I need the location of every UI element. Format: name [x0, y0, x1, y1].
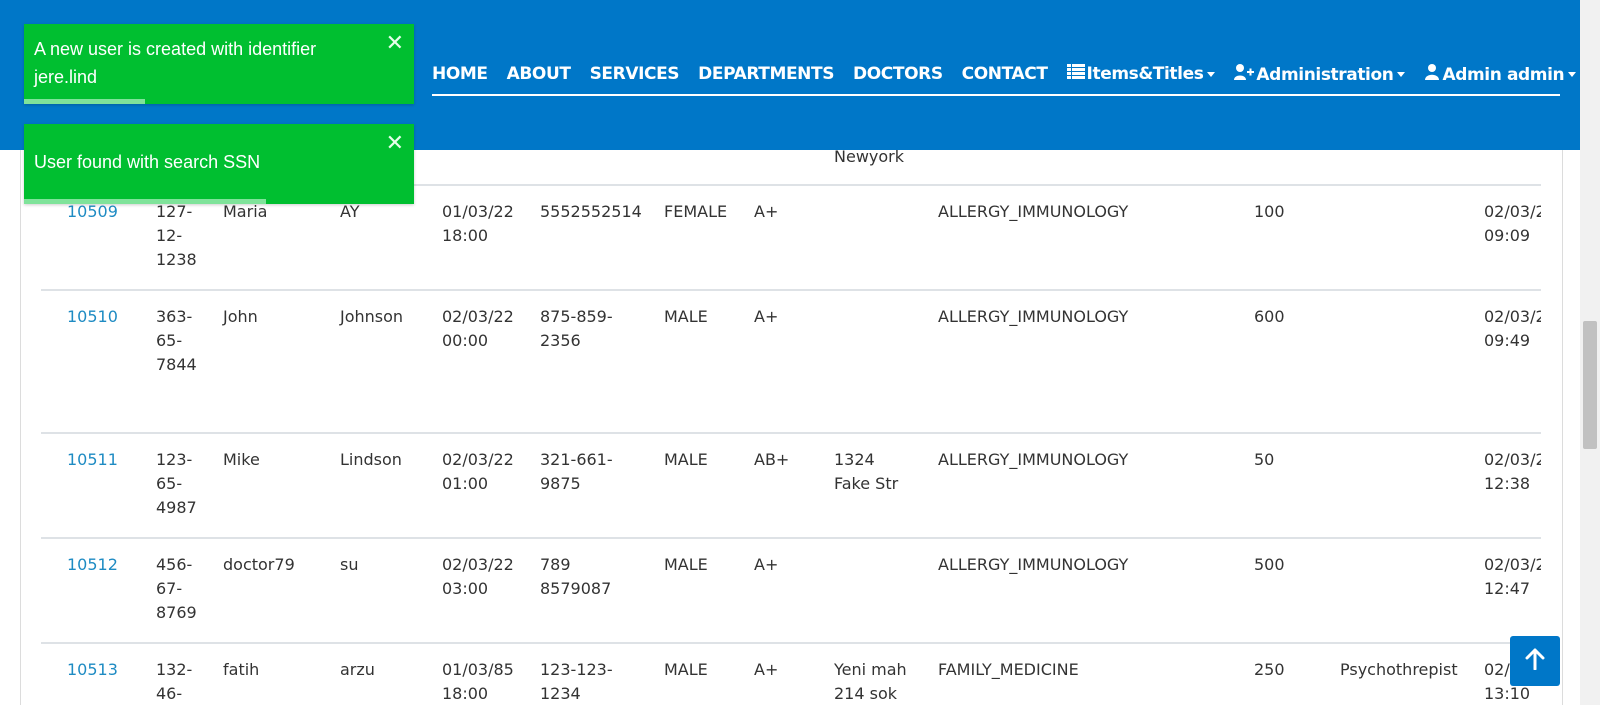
scrollbar-thumb[interactable] [1583, 321, 1597, 449]
nav-about[interactable]: ABOUT [507, 60, 571, 84]
user-plus-icon [1234, 64, 1255, 85]
exam-fee-cell: 500 [1254, 555, 1285, 574]
exam-fee-cell: 600 [1254, 307, 1285, 326]
address-cell: Yeni mah 214 sok [834, 660, 907, 703]
exam-fee-cell: 50 [1254, 450, 1275, 469]
id-cell[interactable]: 10512 [67, 553, 118, 577]
last-name-cell: Lindson [340, 450, 402, 469]
created-date-cell: 02/03/2 09:49 [1484, 307, 1541, 350]
toast-user-created: A new user is created with identifier je… [24, 24, 414, 104]
nav-home[interactable]: HOME [432, 60, 488, 84]
toast-message: User found with search SSN [34, 152, 261, 172]
arrow-up-icon [1524, 648, 1546, 674]
gender-cell: MALE [664, 450, 708, 469]
exam-fee-cell: 250 [1254, 660, 1285, 679]
created-date-cell: 02/03/2 12:38 [1484, 450, 1541, 493]
birth-date-cell: 02/03/22 01:00 [442, 450, 514, 493]
gender-cell: MALE [664, 307, 708, 326]
nav-contact[interactable]: CONTACT [962, 60, 1048, 84]
blood-group-cell: AB+ [754, 450, 790, 469]
created-date-cell: 02/03/2 12:47 [1484, 555, 1541, 598]
address-cell: 1324 Fake Str [834, 450, 899, 493]
row-divider [41, 432, 1541, 434]
nav-account-label: Admin admin [1442, 64, 1565, 85]
nav-doctors[interactable]: DOCTORS [853, 60, 943, 84]
ssn-cell: 363- 65- 7844 [156, 307, 197, 374]
first-name-cell: John [223, 307, 258, 326]
birth-date-cell: 01/03/85 18:00 [442, 660, 514, 703]
id-cell[interactable]: 10511 [67, 448, 118, 472]
speciality-cell: FAMILY_MEDICINE [938, 660, 1079, 679]
chevron-down-icon [1397, 72, 1406, 77]
last-name-cell: arzu [340, 660, 375, 679]
nav-administration-label: Administration [1256, 64, 1394, 85]
toast-progress-bar [24, 199, 266, 204]
blood-group-cell: A+ [754, 660, 779, 679]
page: HOME ABOUT SERVICES DEPARTMENTS DOCTORS … [0, 0, 1580, 705]
ssn-cell: 127- 12- 1238 [156, 202, 197, 269]
nav-administration-dropdown[interactable]: Administration [1234, 60, 1406, 85]
first-name-cell: Mike [223, 450, 260, 469]
blood-group-cell: A+ [754, 202, 779, 221]
toast-user-found: User found with search SSN ✕ [24, 124, 414, 204]
exam-fee-cell: 100 [1254, 202, 1285, 221]
last-name-cell: Johnson [340, 307, 404, 326]
first-name-cell: fatih [223, 660, 260, 679]
row-divider [41, 642, 1541, 644]
chevron-down-icon [1207, 71, 1216, 77]
row-divider [41, 289, 1541, 291]
speciality-cell: ALLERGY_IMMUNOLOGY [938, 555, 1129, 574]
blood-group-cell: A+ [754, 555, 779, 574]
close-icon[interactable]: ✕ [386, 133, 404, 155]
phone-cell: 123-123- 1234 [540, 660, 613, 703]
birth-date-cell: 02/03/22 00:00 [442, 307, 514, 350]
blood-group-cell: A+ [754, 307, 779, 326]
nav-items-titles-dropdown[interactable]: Items&Titles [1066, 60, 1216, 84]
last-name-cell: su [340, 555, 359, 574]
id-cell[interactable]: 10510 [67, 305, 118, 329]
user-icon [1424, 64, 1440, 85]
created-date-cell: 02/03/2 09:09 [1484, 202, 1541, 245]
toast-progress-bar [24, 99, 145, 104]
nav-items-titles-label: Items&Titles [1086, 64, 1204, 84]
nav-menu: HOME ABOUT SERVICES DEPARTMENTS DOCTORS … [432, 60, 1577, 96]
speciality-cell: ALLERGY_IMMUNOLOGY [938, 307, 1129, 326]
chevron-down-icon [1568, 72, 1577, 77]
gender-cell: MALE [664, 660, 708, 679]
list-icon [1066, 64, 1085, 84]
row-divider [41, 537, 1541, 539]
ssn-cell: 132- 46- [156, 660, 193, 703]
phone-cell: 5552552514 [540, 202, 642, 221]
first-name-cell: doctor79 [223, 555, 295, 574]
back-to-top-button[interactable] [1510, 636, 1560, 686]
close-icon[interactable]: ✕ [386, 33, 404, 55]
gender-cell: MALE [664, 555, 708, 574]
phone-cell: 789 8579087 [540, 555, 612, 598]
speciality-cell: ALLERGY_IMMUNOLOGY [938, 202, 1129, 221]
toast-message: A new user is created with identifier je… [34, 39, 317, 87]
ssn-cell: 123- 65- 4987 [156, 450, 197, 517]
birth-date-cell: 01/03/22 18:00 [442, 202, 514, 245]
description-cell: Psychothrepist [1340, 660, 1458, 679]
nav-services[interactable]: SERVICES [590, 60, 680, 84]
phone-cell: 321-661- 9875 [540, 450, 613, 493]
speciality-cell: ALLERGY_IMMUNOLOGY [938, 450, 1129, 469]
id-cell[interactable]: 10513 [67, 658, 118, 682]
birth-date-cell: 02/03/22 03:00 [442, 555, 514, 598]
ssn-cell: 456- 67- 8769 [156, 555, 197, 622]
nav-account-dropdown[interactable]: Admin admin [1424, 60, 1577, 85]
phone-cell: 875-859- 2356 [540, 307, 613, 350]
gender-cell: FEMALE [664, 202, 728, 221]
nav-departments[interactable]: DEPARTMENTS [698, 60, 834, 84]
